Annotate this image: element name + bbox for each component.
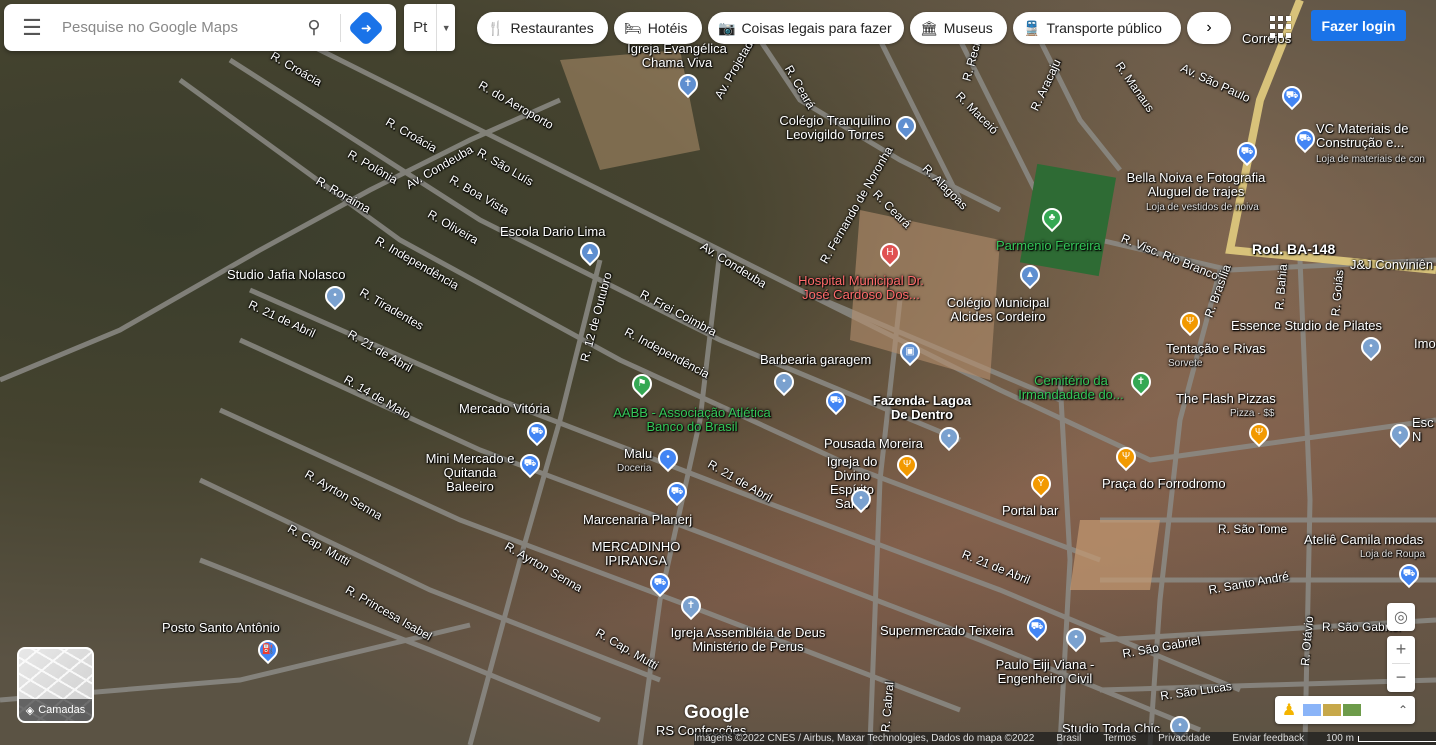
poi-sublabel: Doceria [617,463,652,474]
imagery-credit: Imagens ©2022 CNES / Airbus, Maxar Techn… [694,733,1035,744]
apps-grid-icon[interactable] [1270,16,1292,38]
language-selector[interactable]: Pt ▼ [404,4,455,51]
poi-label[interactable]: J&J Conviniên [1350,258,1433,272]
zoom-control: + − [1387,636,1415,692]
poi-label[interactable]: Posto Santo Antônio [162,621,280,635]
poi-label[interactable]: Mercado Vitória [459,402,550,416]
divider [340,13,341,42]
poi-label[interactable]: Paulo Eiji Viana - Engenheiro Civil [992,658,1098,686]
poi-label[interactable]: VC Materiais de Construção e... [1316,122,1436,150]
poi-label[interactable]: Esc N [1412,416,1436,444]
poi-label[interactable]: Mini Mercado e Quitanda Baleeiro [418,452,522,494]
poi-label[interactable]: The Flash Pizzas [1176,392,1276,406]
poi-sublabel: Pizza · $$ [1230,408,1275,419]
poi-label[interactable]: Ateliê Camila modas [1304,533,1423,547]
google-logo: Google [684,702,750,723]
scale-line [1357,735,1436,742]
highway-label: Rod. BA-148 [1252,241,1336,257]
search-icon[interactable]: ⚲ [294,17,334,38]
road-label: R. São Tome [1218,522,1288,536]
imagery-thumbnail[interactable] [1303,704,1321,716]
layers-label: ◈ Camadas [19,699,92,721]
language-value: Pt [413,19,428,36]
search-box: ☰ ⚲ ➜ [4,4,396,51]
chip-things-to-do[interactable]: 📷 Coisas legais para fazer [708,12,904,44]
poi-label[interactable]: Colégio Municipal Alcides Cordeiro [940,296,1056,324]
menu-icon[interactable]: ☰ [4,15,60,41]
transit-icon: 🚆 [1023,19,1041,36]
terms-link[interactable]: Termos [1103,733,1136,744]
museum-icon: 🏛 [920,19,938,36]
restaurant-icon: 🍴 [487,19,505,36]
directions-icon[interactable]: ➜ [347,9,385,46]
poi-label[interactable]: AABB - Associação Atlética Banco do Bras… [612,406,772,434]
poi-label[interactable]: Parmenio Ferreira [996,239,1101,253]
privacy-link[interactable]: Privacidade [1158,733,1210,744]
satellite-map[interactable]: R. Croácia R. do Aeroporto R. Croácia R.… [0,0,1436,745]
poi-label[interactable]: Fazenda- Lagoa De Dentro [870,394,974,422]
chip-label: Coisas legais para fazer [741,20,892,36]
layers-button[interactable]: ◈ Camadas [17,647,94,723]
poi-label[interactable]: Barbearia garagem [760,353,871,367]
poi-sublabel: Loja de vestidos de noiva [1146,202,1259,213]
country-link[interactable]: Brasil [1056,733,1081,744]
poi-label[interactable]: Supermercado Teixeira [880,624,1013,638]
poi-label[interactable]: Igreja Assembléia de Deus Ministério de … [668,626,828,654]
chip-label: Hotéis [647,20,688,36]
poi-label[interactable]: Malu [624,447,652,461]
chip-hotels[interactable]: 🛏 Hotéis [614,12,702,44]
chip-museums[interactable]: 🏛 Museus [910,12,1007,44]
chip-label: Transporte público [1046,20,1162,36]
poi-label[interactable]: Colégio Tranquilino Leovigildo Torres [770,114,900,142]
chip-restaurants[interactable]: 🍴 Restaurantes [477,12,608,44]
chevron-right-icon[interactable]: › [1187,12,1231,44]
chip-transit[interactable]: 🚆 Transporte público [1013,12,1181,44]
poi-sublabel: Loja de Roupa [1360,549,1426,560]
layers-icon: ◈ [25,704,35,717]
scale-bar[interactable]: 100 m [1326,733,1436,744]
map-footer: Imagens ©2022 CNES / Airbus, Maxar Techn… [694,732,1436,745]
chip-label: Museus [943,20,993,36]
poi-label[interactable]: Tentação e Rivas [1166,342,1266,356]
poi-label[interactable]: Hospital Municipal Dr. José Cardoso Dos.… [796,274,926,302]
imagery-thumbnail[interactable] [1343,704,1361,716]
poi-label[interactable]: Praça do Forrodromo [1102,477,1226,491]
hotel-icon: 🛏 [624,19,642,36]
camera-icon: 📷 [718,19,736,36]
poi-label[interactable]: Marcenaria Planerj [583,513,692,527]
chip-label: Restaurantes [510,20,594,36]
poi-label[interactable]: Essence Studio de Pilates [1231,319,1382,333]
zoom-in-button[interactable]: + [1387,636,1415,663]
poi-sublabel: Sorvete [1168,358,1203,369]
poi-label[interactable]: Cemitério da Irmandadade do... [1012,374,1130,402]
poi-sublabel: Loja de materiais de con [1316,154,1425,165]
crosshair-icon: ◎ [1394,609,1408,626]
poi-label[interactable]: Escola Dario Lima [500,225,606,239]
poi-label[interactable]: Portal bar [1002,504,1058,518]
street-view-control[interactable]: ♟ ⌃ [1275,696,1415,724]
poi-label[interactable]: Imo [1414,337,1436,351]
poi-label[interactable]: Igreja Evangélica Chama Viva [612,42,742,70]
chevron-down-icon[interactable]: ▼ [436,4,455,51]
feedback-link[interactable]: Enviar feedback [1232,733,1304,744]
imagery-thumbnail[interactable] [1323,704,1341,716]
poi-label[interactable]: Bella Noiva e Fotografia Aluguel de traj… [1116,171,1276,199]
zoom-out-button[interactable]: − [1387,664,1415,691]
poi-label[interactable]: Studio Jafia Nolasco [227,268,346,282]
poi-label[interactable]: Pousada Moreira [824,437,923,451]
search-input[interactable] [60,18,294,37]
pegman-icon[interactable]: ♟ [1275,700,1303,720]
poi-label[interactable]: MERCADINHO IPIRANGA [590,540,682,568]
chevron-up-icon[interactable]: ⌃ [1391,703,1415,717]
my-location-button[interactable]: ◎ [1387,603,1415,631]
scale-label: 100 m [1326,733,1354,744]
login-button[interactable]: Fazer login [1311,10,1406,41]
